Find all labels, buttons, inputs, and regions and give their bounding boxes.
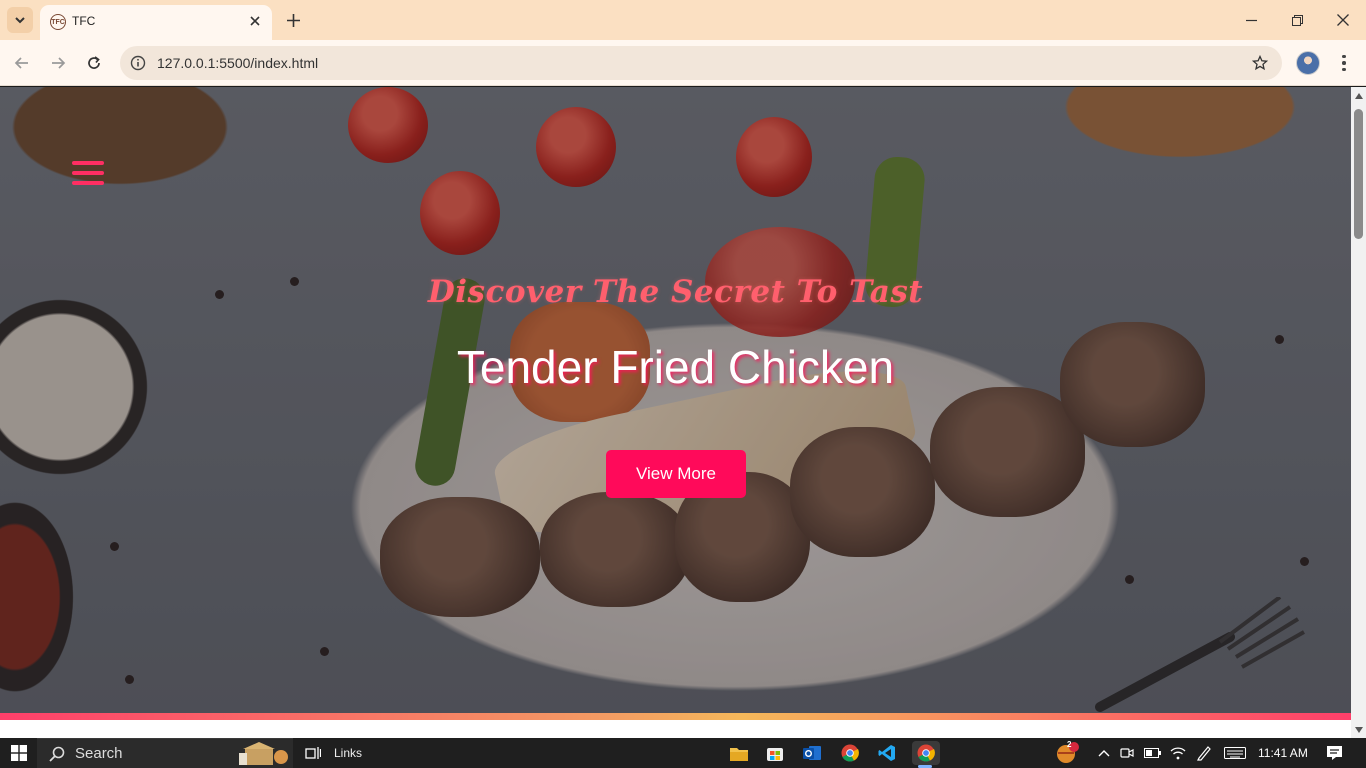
vscode-icon[interactable]	[875, 741, 899, 765]
search-highlight-icon	[239, 742, 288, 765]
scroll-down-arrow[interactable]	[1354, 725, 1363, 734]
tfc-favicon-icon: TFC	[50, 14, 66, 30]
tab-title: TFC	[72, 14, 96, 28]
search-icon	[49, 746, 65, 762]
close-icon	[1337, 14, 1349, 26]
restore-icon	[1291, 14, 1303, 26]
forward-button[interactable]	[44, 49, 72, 77]
address-bar[interactable]: 127.0.0.1:5500/index.html	[120, 46, 1282, 80]
taskbar-clock[interactable]: 11:41 AM	[1258, 746, 1308, 760]
restore-button[interactable]	[1280, 6, 1314, 34]
scroll-up-arrow[interactable]	[1354, 91, 1363, 100]
address-bar-url: 127.0.0.1:5500/index.html	[157, 55, 319, 71]
page-scrollbar[interactable]	[1351, 87, 1366, 738]
back-button[interactable]	[8, 49, 36, 77]
close-icon	[250, 16, 260, 26]
hero-tagline: Discover The Secret To Tast	[427, 274, 924, 310]
bookmark-star-icon[interactable]	[1250, 53, 1270, 73]
widgets-icon[interactable]: 2	[1054, 740, 1080, 765]
reload-icon	[88, 56, 100, 69]
next-section	[0, 720, 1351, 738]
microsoft-store-icon[interactable]	[763, 741, 787, 765]
browser-toolbar: 127.0.0.1:5500/index.html	[0, 40, 1366, 86]
new-tab-button[interactable]	[282, 9, 304, 31]
page-viewport: Discover The Secret To Tast Tender Fried…	[0, 87, 1351, 738]
battery-icon[interactable]	[1142, 741, 1162, 765]
chrome-active-window-icon[interactable]	[912, 741, 940, 765]
site-info-icon[interactable]	[129, 54, 147, 72]
hamburger-menu-icon[interactable]	[72, 161, 104, 185]
minimize-icon	[1245, 19, 1257, 21]
taskbar-search-label: Search	[75, 745, 123, 762]
hero-overlay	[0, 87, 1351, 713]
browser-menu-icon[interactable]	[1334, 51, 1354, 75]
hero-headline: Tender Fried Chicken	[456, 341, 895, 393]
caret-down-icon	[1354, 726, 1363, 733]
chrome-icon[interactable]	[838, 741, 862, 765]
taskbar-links-label[interactable]: Links	[334, 746, 362, 760]
hero-section: Discover The Secret To Tast Tender Fried…	[0, 87, 1351, 713]
browser-tab-active[interactable]: TFC TFC	[40, 5, 272, 40]
notification-center-icon[interactable]	[1323, 741, 1345, 765]
notification-count-badge: 2	[1067, 740, 1072, 749]
outlook-icon[interactable]	[800, 741, 824, 765]
arrow-right-icon	[52, 57, 66, 69]
file-explorer-icon[interactable]	[727, 741, 751, 765]
close-window-button[interactable]	[1326, 6, 1360, 34]
wifi-icon[interactable]	[1168, 741, 1188, 765]
task-view-icon[interactable]	[302, 741, 324, 765]
tab-search-button[interactable]	[7, 7, 33, 33]
meet-now-icon[interactable]	[1118, 741, 1136, 765]
chevron-down-icon	[15, 17, 25, 24]
windows-taskbar: Search Links 2 11:41 AM	[0, 738, 1366, 768]
plus-icon	[286, 13, 300, 27]
profile-avatar[interactable]	[1296, 51, 1320, 75]
show-hidden-icons-chevron-icon[interactable]	[1095, 741, 1113, 765]
windows-start-icon[interactable]	[8, 741, 30, 765]
gradient-divider	[0, 713, 1351, 720]
taskbar-search-box[interactable]: Search	[37, 738, 293, 768]
reload-button[interactable]	[80, 49, 108, 77]
arrow-left-icon	[14, 57, 28, 69]
caret-up-icon	[1354, 92, 1363, 99]
keyboard-icon[interactable]	[1222, 741, 1248, 765]
view-more-button[interactable]: View More	[606, 450, 746, 498]
tab-close-button[interactable]	[246, 12, 264, 30]
scrollbar-thumb[interactable]	[1354, 109, 1363, 239]
pen-icon[interactable]	[1194, 741, 1214, 765]
minimize-button[interactable]	[1234, 6, 1268, 34]
browser-tab-strip: TFC TFC	[0, 0, 1366, 40]
